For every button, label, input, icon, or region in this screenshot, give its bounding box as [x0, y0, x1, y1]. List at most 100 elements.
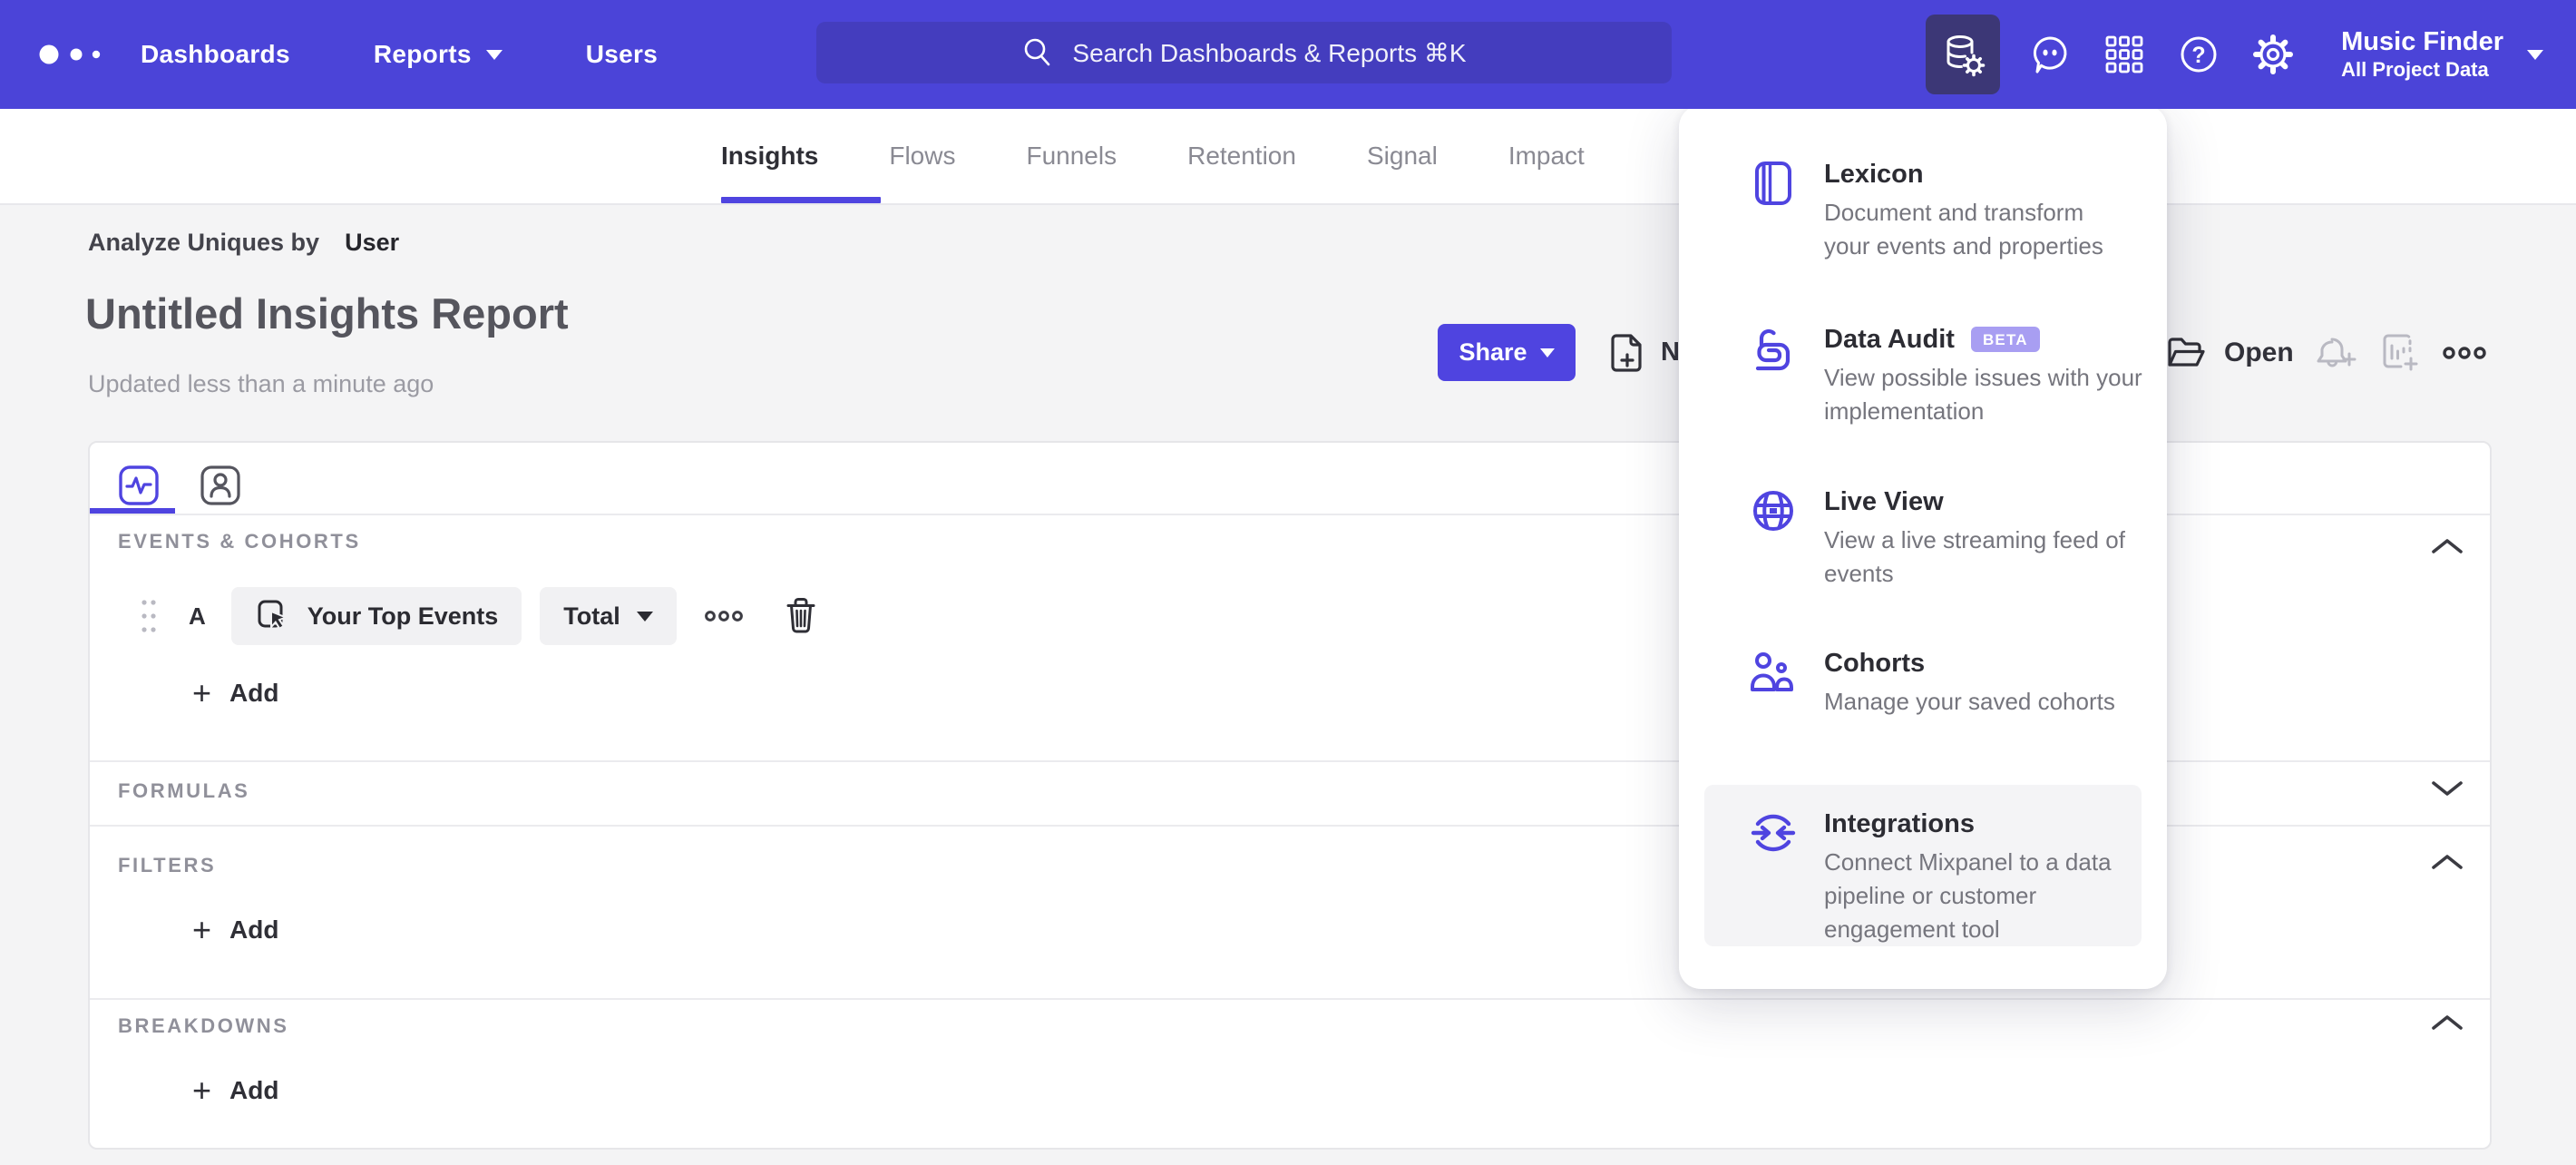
report-more-button[interactable]	[2442, 324, 2487, 381]
tab-funnels[interactable]: Funnels	[1026, 142, 1117, 171]
folder-open-icon	[2168, 337, 2205, 367]
tab-signal[interactable]: Signal	[1367, 142, 1438, 171]
updated-timestamp: Updated less than a minute ago	[88, 370, 434, 397]
data-management-icon	[1947, 35, 1986, 77]
page-title[interactable]: Untitled Insights Report	[85, 289, 569, 338]
add-filter-button[interactable]: + Add	[192, 914, 278, 946]
delete-event-button[interactable]	[784, 597, 818, 635]
trash-icon	[786, 598, 815, 633]
menu-item-integrations[interactable]: Integrations Connect Mixpanel to a data …	[1750, 806, 2137, 946]
analyze-value-selector[interactable]: User	[345, 229, 399, 256]
navbar-right: ? Music Finder All Project Data	[1926, 0, 2576, 109]
settings-button[interactable]	[2236, 15, 2310, 94]
top-navbar: Dashboards Reports Users Search Dashboar…	[0, 0, 2576, 109]
apps-grid-icon	[2105, 35, 2143, 73]
event-row: A Your Top Events Total	[140, 587, 818, 645]
data-management-menu: Lexicon Document and transform your even…	[1679, 105, 2167, 989]
tab-impact[interactable]: Impact	[1508, 142, 1585, 171]
apps-grid-button[interactable]	[2087, 15, 2161, 94]
users-tab-icon	[200, 465, 240, 505]
tab-retention[interactable]: Retention	[1187, 142, 1296, 171]
data-management-button[interactable]	[1926, 15, 2001, 94]
alert-bell-button[interactable]	[2314, 324, 2357, 381]
event-more-button[interactable]	[704, 608, 744, 624]
menu-item-text: Lexicon Document and transform your even…	[1824, 156, 2123, 263]
drag-handle-icon[interactable]	[140, 595, 158, 637]
menu-item-title: Cohorts	[1824, 649, 1926, 678]
integrations-icon	[1750, 809, 1797, 857]
add-event-button[interactable]: + Add	[192, 677, 278, 710]
live-view-icon	[1750, 487, 1797, 534]
data-audit-icon	[1750, 325, 1797, 372]
chevron-down-icon[interactable]	[2430, 778, 2464, 799]
tab-flows[interactable]: Flows	[889, 142, 955, 171]
project-text: Music Finder All Project Data	[2341, 26, 2503, 83]
help-button[interactable]: ?	[2161, 15, 2236, 94]
share-label: Share	[1459, 338, 1527, 366]
lexicon-icon	[1750, 160, 1797, 207]
chevron-down-icon	[1539, 348, 1555, 357]
menu-item-text: Integrations Connect Mixpanel to a data …	[1824, 806, 2137, 946]
nav-item-label: Reports	[373, 40, 472, 68]
new-report-icon	[1611, 333, 1642, 372]
plus-icon: +	[192, 1072, 212, 1109]
mixpanel-logo-icon	[39, 44, 101, 64]
mixpanel-logo[interactable]	[38, 0, 120, 109]
insights-tab-icon	[119, 465, 159, 505]
project-selector[interactable]: Music Finder All Project Data	[2341, 26, 2576, 83]
chevron-down-icon	[636, 611, 653, 622]
analyze-uniques-row: Analyze Uniques by User	[88, 229, 399, 257]
ellipsis-icon	[704, 611, 743, 622]
project-scope: All Project Data	[2341, 58, 2489, 81]
menu-item-lexicon[interactable]: Lexicon Document and transform your even…	[1750, 156, 2123, 263]
menu-item-title: Live View	[1824, 487, 1944, 516]
menu-item-description: View a live streaming feed of events	[1824, 526, 2125, 587]
chevron-up-icon[interactable]	[2430, 1012, 2464, 1033]
nav-item-dashboards[interactable]: Dashboards	[141, 40, 290, 69]
beta-badge: BETA	[1970, 327, 2040, 352]
divider	[90, 998, 2490, 1000]
event-selector[interactable]: Your Top Events	[230, 587, 522, 645]
chevron-up-icon[interactable]	[2430, 535, 2464, 557]
feedback-icon	[2034, 36, 2067, 73]
nav-links: Dashboards Reports Users	[141, 0, 658, 109]
mixpanel-app: Dashboards Reports Users Search Dashboar…	[0, 0, 2576, 1165]
menu-item-cohorts[interactable]: Cohorts Manage your saved cohorts	[1750, 645, 2115, 719]
tab-insights[interactable]: Insights	[721, 142, 818, 171]
menu-item-data-audit[interactable]: Data Audit BETA View possible issues wit…	[1750, 321, 2167, 428]
menu-item-title: Integrations	[1824, 809, 1975, 838]
open-report-label: Open	[2224, 337, 2294, 367]
nav-item-users[interactable]: Users	[586, 40, 658, 69]
event-name: Your Top Events	[307, 602, 499, 630]
tab-users-view[interactable]	[200, 465, 241, 506]
menu-item-text: Live View View a live streaming feed of …	[1824, 484, 2167, 591]
section-label-formulas: FORMULAS	[118, 779, 250, 802]
help-icon: ?	[2181, 36, 2217, 73]
nav-item-reports[interactable]: Reports	[374, 40, 503, 69]
menu-item-live-view[interactable]: Live View View a live streaming feed of …	[1750, 484, 2167, 591]
add-to-board-button[interactable]	[2378, 324, 2422, 381]
chevron-up-icon[interactable]	[2430, 851, 2464, 873]
chart-add-icon	[2383, 334, 2418, 370]
bell-plus-icon	[2317, 338, 2356, 367]
search-input[interactable]: Search Dashboards & Reports ⌘K	[816, 22, 1672, 83]
add-label: Add	[229, 915, 279, 944]
active-tab-underline	[721, 197, 881, 203]
tab-events-view[interactable]	[118, 465, 160, 506]
open-report-button[interactable]: Open	[2166, 324, 2294, 381]
plus-icon: +	[192, 674, 212, 711]
svg-text:?: ?	[2192, 43, 2206, 68]
menu-item-title: Lexicon	[1824, 160, 1924, 189]
metric-selector[interactable]: Total	[540, 587, 677, 645]
analyze-label: Analyze Uniques by	[88, 229, 320, 256]
menu-item-text: Data Audit BETA View possible issues wit…	[1824, 321, 2167, 428]
add-breakdown-button[interactable]: + Add	[192, 1074, 278, 1107]
cohorts-icon	[1750, 649, 1797, 696]
feedback-button[interactable]	[2013, 15, 2087, 94]
chevron-down-icon	[2527, 49, 2543, 60]
nav-item-label: Dashboards	[141, 40, 290, 68]
add-label: Add	[229, 1076, 279, 1104]
share-button[interactable]: Share	[1438, 324, 1576, 381]
menu-item-description: Connect Mixpanel to a data pipeline or c…	[1824, 848, 2112, 943]
add-label: Add	[229, 679, 279, 707]
